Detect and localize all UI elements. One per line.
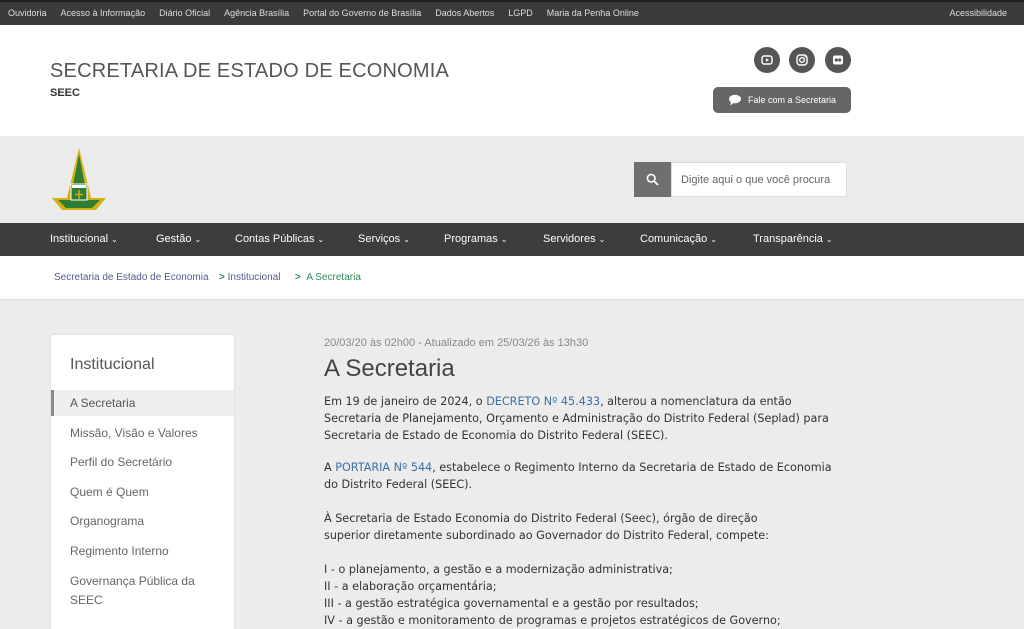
sidebar: Institucional A Secretaria Missão, Visão… bbox=[50, 334, 235, 629]
nav-item-transparencia[interactable]: Transparência ⌄ bbox=[753, 233, 833, 245]
top-link-maria-da-penha[interactable]: Maria da Penha Online bbox=[547, 8, 639, 18]
breadcrumb: Secretaria de Estado de Economia > Insti… bbox=[0, 256, 1024, 300]
search-icon bbox=[646, 173, 659, 186]
page-title: A Secretaria bbox=[324, 355, 455, 382]
chevron-down-icon: ⌄ bbox=[317, 235, 325, 244]
breadcrumb-section[interactable]: > Institucional bbox=[219, 272, 280, 283]
breadcrumb-home[interactable]: Secretaria de Estado de Economia bbox=[54, 272, 209, 283]
article-meta: 20/03/20 às 02h00 - Atualizado em 25/03/… bbox=[324, 337, 589, 349]
paragraph-decreto: Em 19 de janeiro de 2024, o DECRETO Nº 4… bbox=[324, 393, 844, 444]
nav-item-label: Gestão bbox=[156, 233, 192, 245]
top-link-portal-governo[interactable]: Portal do Governo de Brasília bbox=[303, 8, 421, 18]
breadcrumb-separator: > bbox=[219, 272, 225, 283]
contact-button-label: Fale com a Secretaria bbox=[747, 95, 837, 105]
nav-item-gestao[interactable]: Gestão ⌄ bbox=[156, 233, 201, 245]
breadcrumb-section-label: Institucional bbox=[227, 272, 281, 283]
competencias-list: I - o planejamento, a gestão e a moderni… bbox=[324, 561, 844, 629]
site-subtitle: SEEC bbox=[50, 87, 80, 99]
chevron-down-icon: ⌄ bbox=[825, 235, 833, 244]
sidebar-item-regimento[interactable]: Regimento Interno bbox=[51, 542, 234, 561]
nav-item-contas-publicas[interactable]: Contas Públicas ⌄ bbox=[235, 233, 324, 245]
nav-item-label: Transparência bbox=[753, 233, 823, 245]
chat-bubble-icon bbox=[728, 94, 741, 106]
sidebar-item-governanca[interactable]: Governança Pública da SEEC bbox=[51, 572, 211, 610]
nav-item-label: Comunicação bbox=[640, 233, 708, 245]
top-bar: Ouvidoria Acesso à Informação Diário Ofi… bbox=[0, 0, 1024, 25]
nav-item-comunicacao[interactable]: Comunicação ⌄ bbox=[640, 233, 717, 245]
breadcrumb-current: > A Secretaria bbox=[295, 272, 361, 283]
paragraph-portaria: A PORTARIA Nº 544, estabelece o Regiment… bbox=[324, 459, 844, 493]
top-links: Ouvidoria Acesso à Informação Diário Ofi… bbox=[8, 8, 653, 18]
site-header: SECRETARIA DE ESTADO DE ECONOMIA SEEC Fa… bbox=[0, 25, 1024, 136]
gdf-logo[interactable] bbox=[50, 146, 108, 214]
top-link-dados-abertos[interactable]: Dados Abertos bbox=[435, 8, 494, 18]
nav-item-institucional[interactable]: Institucional ⌄ bbox=[50, 233, 118, 245]
sidebar-item-missao[interactable]: Missão, Visão e Valores bbox=[51, 424, 234, 443]
chevron-down-icon: ⌄ bbox=[500, 235, 508, 244]
decreto-link[interactable]: DECRETO Nº 45.433 bbox=[486, 395, 600, 408]
search-button[interactable] bbox=[634, 162, 671, 197]
portaria-link[interactable]: PORTARIA Nº 544 bbox=[335, 461, 432, 474]
top-link-ouvidoria[interactable]: Ouvidoria bbox=[8, 8, 47, 18]
site-title[interactable]: SECRETARIA DE ESTADO DE ECONOMIA bbox=[50, 60, 449, 83]
chevron-down-icon: ⌄ bbox=[194, 235, 202, 244]
list-item: II - a elaboração orçamentária; bbox=[324, 580, 497, 593]
nav-item-label: Servidores bbox=[543, 233, 596, 245]
paragraph-competencias: À Secretaria de Estado Economia do Distr… bbox=[324, 510, 844, 544]
contact-secretaria-button[interactable]: Fale com a Secretaria bbox=[713, 87, 851, 113]
instagram-icon[interactable] bbox=[789, 47, 815, 73]
breadcrumb-current-label: A Secretaria bbox=[306, 272, 361, 283]
top-link-agencia-brasilia[interactable]: Agência Brasília bbox=[224, 8, 289, 18]
main-nav: Institucional ⌄ Gestão ⌄ Contas Públicas ⌄ … bbox=[0, 223, 1024, 256]
youtube-icon[interactable] bbox=[754, 47, 780, 73]
nav-item-servidores[interactable]: Servidores ⌄ bbox=[543, 233, 605, 245]
chevron-down-icon: ⌄ bbox=[403, 235, 410, 244]
brand-band bbox=[0, 136, 1024, 223]
sidebar-item-a-secretaria[interactable]: A Secretaria bbox=[51, 390, 234, 416]
list-item: IV - a gestão e monitoramento de program… bbox=[324, 614, 781, 627]
chevron-down-icon: ⌄ bbox=[710, 235, 717, 244]
sidebar-item-perfil[interactable]: Perfil do Secretário bbox=[51, 453, 234, 472]
nav-item-label: Contas Públicas bbox=[235, 233, 315, 245]
paragraph-text: Em 19 de janeiro de 2024, o bbox=[324, 395, 487, 408]
nav-item-label: Serviços bbox=[358, 233, 401, 245]
top-link-acesso-informacao[interactable]: Acesso à Informação bbox=[61, 8, 146, 18]
paragraph-line: superior diretamente subordinado ao Gove… bbox=[324, 529, 769, 542]
list-item: III - a gestão estratégica governamental… bbox=[324, 597, 699, 610]
nav-item-programas[interactable]: Programas ⌄ bbox=[444, 233, 508, 245]
nav-item-label: Institucional bbox=[50, 233, 109, 245]
list-item: I - o planejamento, a gestão e a moderni… bbox=[324, 563, 673, 576]
paragraph-line: À Secretaria de Estado Economia do Distr… bbox=[324, 512, 758, 525]
nav-item-label: Programas bbox=[444, 233, 498, 245]
accessibility-link[interactable]: Acessibilidade bbox=[949, 8, 1007, 18]
chevron-down-icon: ⌄ bbox=[111, 235, 118, 244]
search-input[interactable] bbox=[671, 162, 847, 197]
nav-item-servicos[interactable]: Serviços ⌄ bbox=[358, 233, 410, 245]
flickr-icon[interactable] bbox=[825, 47, 851, 73]
chevron-down-icon: ⌄ bbox=[598, 235, 606, 244]
paragraph-text: A bbox=[324, 461, 336, 474]
sidebar-item-organograma[interactable]: Organograma bbox=[51, 512, 234, 531]
top-link-lgpd[interactable]: LGPD bbox=[508, 8, 533, 18]
top-link-diario-oficial[interactable]: Diário Oficial bbox=[159, 8, 210, 18]
breadcrumb-separator: > bbox=[295, 272, 301, 283]
sidebar-title: Institucional bbox=[70, 356, 155, 373]
sidebar-item-quem-e-quem[interactable]: Quem é Quem bbox=[51, 483, 234, 502]
